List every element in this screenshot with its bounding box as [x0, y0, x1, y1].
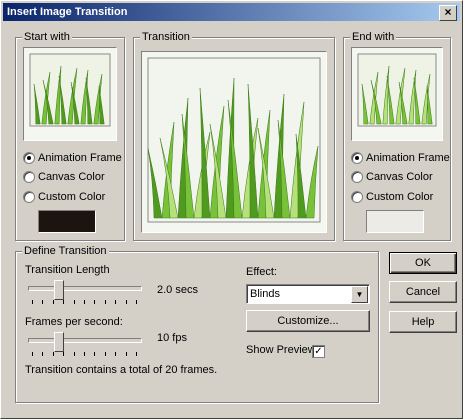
grass-thumbnail-start: [29, 53, 111, 127]
define-transition-group: Define Transition Transition Length 2.0 …: [15, 245, 379, 403]
slider-tick: [84, 300, 85, 304]
start-custom-color-swatch[interactable]: [38, 210, 96, 233]
transition-length-thumb[interactable]: [54, 280, 64, 300]
transition-length-slider[interactable]: [28, 280, 144, 304]
slider-tick: [74, 300, 75, 304]
frames-per-second-label: Frames per second:: [25, 316, 123, 328]
slider-tick: [126, 352, 127, 356]
frames-per-second-ticks: [32, 352, 137, 356]
start-radio-custom-color[interactable]: [23, 191, 35, 203]
start-radio-animation-frame[interactable]: [23, 152, 35, 164]
start-with-label: Start with: [22, 31, 72, 43]
transition-label: Transition: [140, 31, 192, 43]
close-icon: ×: [444, 5, 452, 19]
start-preview-image: [23, 47, 117, 141]
end-custom-color-swatch[interactable]: [366, 210, 424, 233]
slider-tick: [74, 352, 75, 356]
start-with-group: Start with Animation Frame Canvas Color …: [15, 31, 125, 241]
end-with-group: End with Animation Frame Canvas Color Cu…: [343, 31, 451, 241]
slider-tick: [84, 352, 85, 356]
transition-group: Transition: [133, 31, 335, 241]
define-transition-label: Define Transition: [22, 245, 109, 257]
slider-tick: [126, 300, 127, 304]
transition-length-label: Transition Length: [25, 264, 110, 276]
slider-tick: [63, 352, 64, 356]
effect-dropdown[interactable]: Blinds ▼: [246, 284, 370, 304]
slider-tick: [53, 352, 54, 356]
end-radio-custom-color[interactable]: [351, 191, 363, 203]
ok-button[interactable]: OK: [389, 252, 457, 274]
slider-tick: [136, 352, 137, 356]
chevron-down-icon[interactable]: ▼: [351, 286, 368, 303]
dialog-title: Insert Image Transition: [7, 6, 128, 18]
frames-per-second-slider[interactable]: [28, 332, 144, 356]
show-preview-checkbox[interactable]: ✓: [312, 345, 325, 358]
effect-label: Effect:: [246, 266, 277, 278]
help-button[interactable]: Help: [389, 311, 457, 333]
dialog-window: Insert Image Transition × Start with Ani…: [0, 0, 463, 419]
title-bar[interactable]: Insert Image Transition ×: [3, 3, 460, 21]
slider-tick: [53, 300, 54, 304]
frames-per-second-thumb[interactable]: [54, 332, 64, 352]
slider-tick: [105, 352, 106, 356]
slider-tick: [32, 300, 33, 304]
grass-thumbnail-end: [357, 53, 437, 127]
slider-tick: [63, 300, 64, 304]
customize-button[interactable]: Customize...: [246, 310, 370, 332]
end-radio-animation-frame[interactable]: [351, 152, 363, 164]
transition-preview-image: [141, 51, 327, 233]
slider-tick: [94, 352, 95, 356]
end-with-label: End with: [350, 31, 397, 43]
checkmark-icon: ✓: [314, 346, 323, 357]
end-preview-image: [351, 47, 443, 141]
cancel-button[interactable]: Cancel: [389, 281, 457, 303]
grass-transition-image: [147, 57, 321, 223]
show-preview-label: Show Preview: [246, 344, 316, 356]
frames-per-second-value: 10 fps: [157, 332, 187, 344]
end-radio-canvas-color[interactable]: [351, 171, 363, 183]
start-radio-canvas-color[interactable]: [23, 171, 35, 183]
frames-per-second-track: [28, 338, 142, 343]
slider-tick: [32, 352, 33, 356]
slider-tick: [115, 352, 116, 356]
slider-tick: [115, 300, 116, 304]
transition-length-track: [28, 286, 142, 291]
close-button[interactable]: ×: [439, 5, 457, 21]
slider-tick: [105, 300, 106, 304]
slider-tick: [94, 300, 95, 304]
transition-length-value: 2.0 secs: [157, 284, 198, 296]
effect-dropdown-value: Blinds: [250, 288, 280, 300]
slider-tick: [42, 352, 43, 356]
slider-tick: [136, 300, 137, 304]
slider-tick: [42, 300, 43, 304]
transition-length-ticks: [32, 300, 137, 304]
frame-count-summary: Transition contains a total of 20 frames…: [25, 364, 218, 376]
